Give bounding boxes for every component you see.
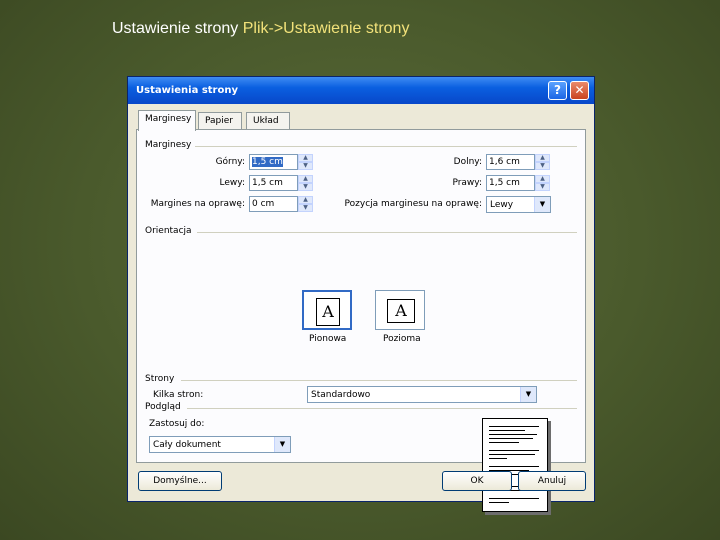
portrait-page-icon: A [316, 298, 340, 326]
apply-to-label: Zastosuj do: [149, 419, 205, 429]
top-margin-field[interactable]: 1,5 cm [249, 154, 298, 170]
apply-to-value: Cały dokument [153, 440, 221, 450]
margins-divider [195, 146, 577, 147]
slide-title-text: Ustawienie strony [112, 20, 243, 37]
gutter-position-label: Pozycja marginesu na oprawę: [344, 199, 482, 209]
preview-text-line [489, 426, 539, 427]
spin-up-icon[interactable]: ▲ [298, 154, 313, 162]
portrait-option[interactable]: A [302, 290, 352, 330]
left-margin-field[interactable]: 1,5 cm [249, 175, 298, 191]
help-button[interactable]: ? [548, 81, 567, 100]
preview-text-line [489, 450, 539, 451]
slide-title-menu-path: Plik->Ustawienie strony [242, 20, 410, 37]
bottom-margin-spinner[interactable]: 1,6 cm ▲ ▼ [486, 154, 550, 170]
left-margin-spinner[interactable]: 1,5 cm ▲ ▼ [249, 175, 313, 191]
portrait-label: Pionowa [309, 334, 347, 344]
spin-up-icon[interactable]: ▲ [298, 175, 313, 183]
preview-text-line [489, 502, 509, 503]
preview-group-label: Podgląd [145, 402, 181, 412]
preview-text-line [489, 434, 537, 435]
preview-text-line [489, 438, 533, 439]
chevron-down-icon[interactable]: ▼ [534, 197, 550, 212]
spin-up-icon[interactable]: ▲ [535, 154, 550, 162]
multiple-pages-value: Standardowo [311, 390, 371, 400]
gutter-spinner[interactable]: 0 cm ▲ ▼ [249, 196, 313, 212]
chevron-down-icon[interactable]: ▼ [520, 387, 536, 402]
gutter-position-select[interactable]: Lewy ▼ [486, 196, 551, 213]
left-margin-label: Lewy: [219, 178, 245, 188]
multiple-pages-select[interactable]: Standardowo ▼ [307, 386, 537, 403]
right-margin-field[interactable]: 1,5 cm [486, 175, 535, 191]
chevron-down-icon[interactable]: ▼ [274, 437, 290, 452]
right-margin-spinner[interactable]: 1,5 cm ▲ ▼ [486, 175, 550, 191]
spin-down-icon[interactable]: ▼ [298, 162, 313, 170]
tab-papier[interactable]: Papier [198, 112, 242, 129]
slide-title: Ustawienie strony Plik->Ustawienie stron… [112, 20, 409, 38]
preview-text-line [489, 466, 539, 467]
spin-down-icon[interactable]: ▼ [298, 183, 313, 191]
bottom-margin-label: Dolny: [453, 157, 482, 167]
gutter-field[interactable]: 0 cm [249, 196, 298, 212]
apply-to-select[interactable]: Cały dokument ▼ [149, 436, 291, 453]
preview-divider [187, 408, 577, 409]
spin-down-icon[interactable]: ▼ [298, 204, 313, 212]
top-margin-spinner[interactable]: 1,5 cm ▲ ▼ [249, 154, 313, 170]
preview-text-line [489, 458, 507, 459]
orientation-group-label: Orientacja [145, 226, 192, 236]
pages-divider [181, 380, 577, 381]
bottom-margin-field[interactable]: 1,6 cm [486, 154, 535, 170]
dialog-title: Ustawienia strony [136, 85, 238, 96]
close-icon[interactable]: ✕ [570, 81, 589, 100]
right-margin-label: Prawy: [452, 178, 482, 188]
landscape-page-icon: A [387, 299, 415, 323]
preview-text-line [489, 498, 539, 499]
landscape-option[interactable]: A [375, 290, 425, 330]
ok-button[interactable]: OK [442, 471, 512, 491]
margins-group-label: Marginesy [145, 140, 192, 150]
tab-marginesy[interactable]: Marginesy [138, 110, 196, 131]
spin-down-icon[interactable]: ▼ [535, 162, 550, 170]
preview-text-line [489, 454, 535, 455]
preview-text-line [489, 430, 525, 431]
tab-uklad[interactable]: Układ [246, 112, 290, 129]
spin-up-icon[interactable]: ▲ [298, 196, 313, 204]
pages-group-label: Strony [145, 374, 175, 384]
gutter-position-value: Lewy [490, 200, 514, 210]
cancel-button[interactable]: Anuluj [518, 471, 586, 491]
top-margin-label: Górny: [215, 157, 245, 167]
orientation-divider [197, 232, 577, 233]
default-button[interactable]: Domyślne... [138, 471, 222, 491]
spin-up-icon[interactable]: ▲ [535, 175, 550, 183]
tab-panel-marginesy: Marginesy Górny: 1,5 cm ▲ ▼ Lewy: 1,5 cm … [136, 129, 586, 512]
page-preview [482, 418, 548, 512]
gutter-label: Margines na oprawę: [150, 199, 245, 209]
spin-down-icon[interactable]: ▼ [535, 183, 550, 191]
multiple-pages-label: Kilka stron: [153, 390, 204, 400]
dialog-titlebar[interactable]: Ustawienia strony ? ✕ [128, 77, 594, 104]
preview-text-line [489, 442, 519, 443]
landscape-label: Pozioma [383, 334, 421, 344]
page-setup-dialog: Ustawienia strony ? ✕ Marginesy Papier U… [127, 76, 595, 512]
